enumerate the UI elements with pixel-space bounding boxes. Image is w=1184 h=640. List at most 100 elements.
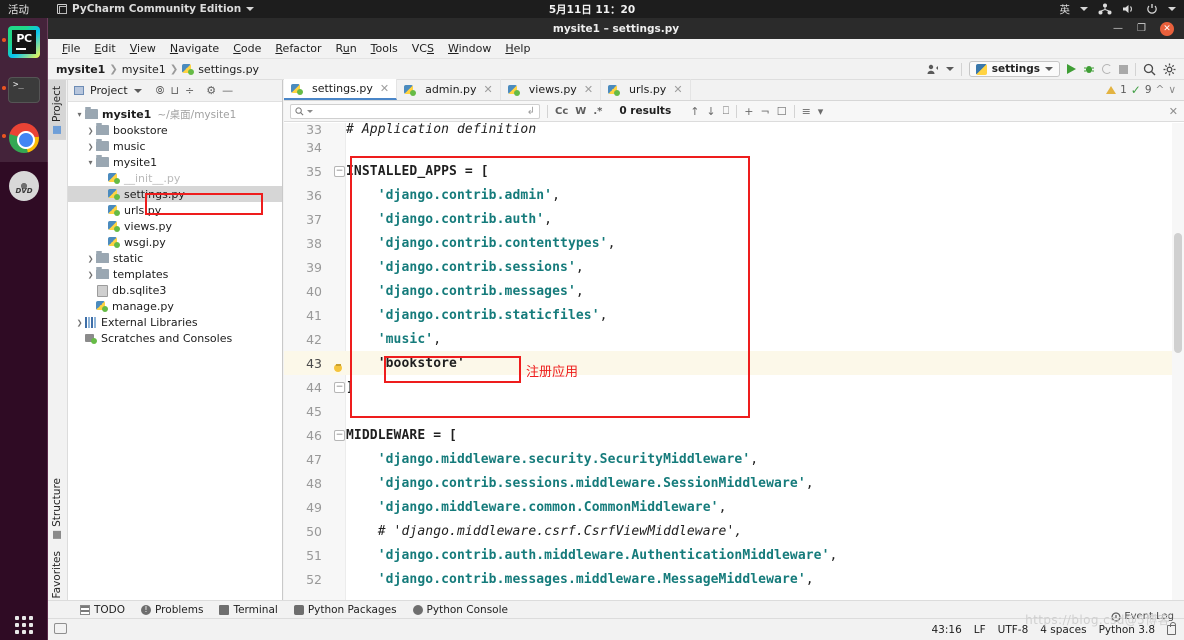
dock-item-pycharm[interactable]: PC	[0, 18, 48, 66]
tool-tab-terminal[interactable]: Terminal	[219, 604, 278, 616]
code-line[interactable]: 51 'django.contrib.auth.middleware.Authe…	[284, 543, 1184, 567]
tree-item-db-sqlite3[interactable]: db.sqlite3	[68, 282, 282, 298]
chevron-right-icon[interactable]	[85, 270, 96, 279]
fold-expand-icon[interactable]: −	[334, 381, 345, 393]
menu-help[interactable]: Help	[498, 40, 537, 57]
volume-icon[interactable]	[1122, 3, 1136, 15]
select-all-occurrences-icon[interactable]: ⎕	[723, 104, 730, 118]
maximize-button[interactable]: ❐	[1137, 23, 1146, 34]
next-match-icon[interactable]: ↓	[706, 105, 715, 118]
indent-setting[interactable]: 4 spaces	[1040, 624, 1086, 636]
inspection-widget[interactable]: 1 ✓ 9 ^ ∨	[1106, 83, 1176, 97]
minimize-button[interactable]: —	[1113, 23, 1123, 34]
gear-icon[interactable]	[1163, 63, 1176, 76]
menu-edit[interactable]: Edit	[87, 40, 122, 57]
menu-tools[interactable]: Tools	[364, 40, 405, 57]
tree-item-templates[interactable]: templates	[68, 266, 282, 282]
tool-tab-project[interactable]: Project	[48, 80, 66, 140]
menu-refactor[interactable]: Refactor	[268, 40, 328, 57]
stop-button[interactable]	[1119, 64, 1128, 74]
menu-file[interactable]: File	[55, 40, 87, 57]
tree-item-mysite1-root[interactable]: mysite1 ~/桌面/mysite1	[68, 106, 282, 122]
code-line[interactable]: 47 'django.middleware.security.SecurityM…	[284, 447, 1184, 471]
dock-item-terminal[interactable]: >_	[0, 66, 48, 114]
code-editor[interactable]: 33 # Application definition 34 35 − INST…	[284, 123, 1184, 618]
run-button[interactable]	[1067, 64, 1076, 74]
code-line[interactable]: 46 − MIDDLEWARE = [	[284, 423, 1184, 447]
tree-item-views-py[interactable]: views.py	[68, 218, 282, 234]
activities-button[interactable]: 活动	[8, 2, 29, 17]
expand-icon[interactable]: ⊔	[170, 84, 179, 97]
chevron-down-icon[interactable]	[85, 158, 96, 167]
caret-position[interactable]: 43:16	[932, 624, 962, 636]
prev-problem-icon[interactable]: ^	[1156, 84, 1165, 96]
editor-tab-settings-py[interactable]: settings.py ✕	[284, 79, 398, 100]
breadcrumb-package[interactable]: mysite1	[122, 63, 166, 76]
editor-markers[interactable]	[1172, 123, 1184, 618]
menu-code[interactable]: Code	[226, 40, 268, 57]
debug-button[interactable]	[1083, 63, 1095, 75]
tool-tab-problems[interactable]: ! Problems	[141, 604, 203, 616]
hide-icon[interactable]: —	[222, 84, 233, 97]
show-applications-button[interactable]	[0, 616, 48, 634]
filter-icon[interactable]: ▾	[818, 105, 824, 118]
remove-selection-icon[interactable]: ¬	[760, 105, 769, 118]
run-configuration-selector[interactable]: settings	[968, 61, 1060, 77]
history-icon[interactable]: ↲	[527, 106, 535, 117]
add-selection-icon[interactable]: +	[744, 105, 753, 118]
next-problem-icon[interactable]: ∨	[1168, 84, 1176, 96]
tree-item-init-py[interactable]: __init__.py	[68, 170, 282, 186]
tree-item-static[interactable]: static	[68, 250, 282, 266]
tool-tab-structure[interactable]: Structure	[48, 472, 66, 545]
status-message-icon[interactable]	[54, 622, 67, 637]
close-icon[interactable]: ✕	[673, 83, 682, 96]
fold-collapse-icon[interactable]: −	[334, 165, 345, 177]
chevron-right-icon[interactable]	[85, 126, 96, 135]
tree-item-manage-py[interactable]: manage.py	[68, 298, 282, 314]
editor-tab-admin-py[interactable]: admin.py ✕	[397, 79, 501, 100]
words-toggle[interactable]: W	[575, 106, 586, 117]
breadcrumb-project[interactable]: mysite1	[56, 63, 105, 76]
input-method-indicator[interactable]: 英	[1060, 2, 1071, 17]
search-input[interactable]: ↲	[290, 103, 540, 119]
chevron-down-icon[interactable]	[1080, 7, 1088, 11]
tree-item-music[interactable]: music	[68, 138, 282, 154]
dock-item-chrome[interactable]	[0, 114, 48, 162]
tree-item-bookstore[interactable]: bookstore	[68, 122, 282, 138]
editor-tab-urls-py[interactable]: urls.py ✕	[601, 79, 691, 100]
sort-icon[interactable]: ÷	[185, 84, 194, 97]
chevron-down-icon[interactable]	[945, 67, 954, 71]
search-everywhere-button[interactable]	[1143, 63, 1156, 76]
prev-match-icon[interactable]: ↑	[690, 105, 699, 118]
code-line[interactable]: 50 # 'django.middleware.csrf.CsrfViewMid…	[284, 519, 1184, 543]
python-interpreter[interactable]: Python 3.8	[1099, 624, 1155, 636]
tool-tab-todo[interactable]: TODO	[80, 604, 125, 616]
tree-item-wsgi-py[interactable]: wsgi.py	[68, 234, 282, 250]
profile-icon[interactable]	[926, 63, 939, 75]
close-icon[interactable]: ✕	[484, 83, 493, 96]
close-icon[interactable]: ✕	[1169, 105, 1178, 118]
code-line[interactable]: 49 'django.middleware.common.CommonMiddl…	[284, 495, 1184, 519]
tree-item-external-libraries[interactable]: External Libraries	[68, 314, 282, 330]
dock-item-dvd[interactable]	[0, 162, 48, 210]
close-button[interactable]: ✕	[1160, 21, 1174, 36]
collapse-icon[interactable]: ⦾	[156, 84, 165, 98]
menu-navigate[interactable]: Navigate	[163, 40, 226, 57]
chevron-down-icon[interactable]	[307, 109, 313, 113]
file-encoding[interactable]: UTF-8	[998, 624, 1029, 636]
chevron-down-icon[interactable]	[133, 88, 142, 93]
network-icon[interactable]	[1098, 3, 1112, 15]
select-occurrence-icon[interactable]: ☐	[777, 105, 787, 118]
coverage-button[interactable]	[1102, 64, 1112, 74]
tool-tab-python-packages[interactable]: Python Packages	[293, 604, 397, 616]
match-case-toggle[interactable]: Cc	[555, 106, 568, 117]
tree-item-scratches[interactable]: Scratches and Consoles	[68, 330, 282, 346]
chevron-down-icon[interactable]	[1168, 7, 1176, 11]
menu-view[interactable]: View	[123, 40, 163, 57]
settings-icon[interactable]: ⚙	[206, 84, 216, 97]
active-app-menu[interactable]: PyCharm Community Edition	[57, 3, 255, 15]
project-panel-title[interactable]: Project	[90, 84, 128, 97]
code-line[interactable]: 48 'django.contrib.sessions.middleware.S…	[284, 471, 1184, 495]
breadcrumb-file[interactable]: settings.py	[198, 63, 259, 76]
intention-bulb-icon[interactable]	[332, 357, 344, 372]
